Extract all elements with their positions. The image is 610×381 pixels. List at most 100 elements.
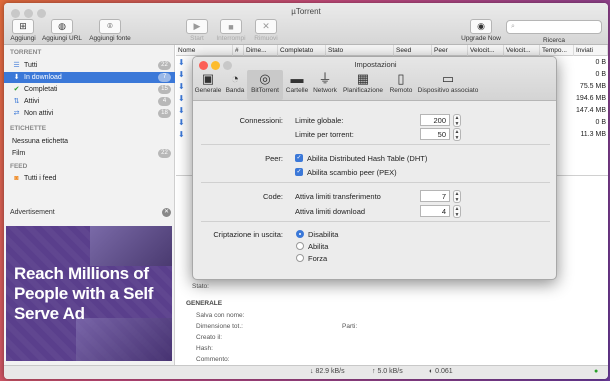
tab-paired-device[interactable]: ▭ Dispositivo associato	[415, 70, 481, 100]
sidebar-item-inactive[interactable]: ⇄ Non attivi 18	[4, 108, 175, 119]
active-downloads-label: Attiva limiti download	[295, 207, 366, 216]
stop-button[interactable]: ■ Interrompi	[213, 19, 249, 42]
active-transfers-stepper[interactable]: ▲ ▼	[453, 190, 461, 203]
column-size[interactable]: Dime...	[244, 45, 278, 56]
pieces-label: Parti:	[342, 323, 358, 330]
rss-icon: ⌾	[99, 19, 121, 34]
labels-section-header: ETICHETTE	[10, 125, 47, 132]
title-bar: µTorrent ⊞ Aggiungi ◍ Aggiungi URL ⌾ Agg…	[4, 3, 608, 45]
per-torrent-limit-input[interactable]: 50	[420, 128, 450, 140]
add-feed-button[interactable]: ⌾ Aggiungi fonte	[86, 19, 134, 42]
active-transfers-label: Attiva limiti transferimento	[295, 192, 381, 201]
eye-icon: ◉	[470, 19, 492, 34]
x-icon: ✕	[255, 19, 277, 34]
column-uploaded[interactable]: Inviati	[574, 45, 608, 56]
folder-icon: ▬	[290, 71, 304, 86]
encryption-enable-label: Abilita	[308, 242, 329, 251]
active-downloads-stepper[interactable]: ▲ ▼	[453, 205, 461, 218]
column-time[interactable]: Tempo...	[540, 45, 574, 56]
remove-button[interactable]: ✕ Rimuovi	[250, 19, 282, 42]
per-torrent-limit-stepper[interactable]: ▲ ▼	[453, 128, 461, 141]
calendar-icon: ▦	[356, 71, 370, 86]
torrent-table-header: Nome # Dime... Completato Stato Seed Pee…	[176, 45, 608, 56]
encryption-enable-radio[interactable]	[296, 242, 304, 250]
advertisement-banner[interactable]: Reach Millions of People with a Self Ser…	[6, 226, 172, 361]
general-icon: ▣	[201, 71, 215, 86]
column-down-speed[interactable]: Velocit...	[468, 45, 504, 56]
tab-bandwidth[interactable]: ◔ Banda	[223, 70, 247, 100]
encryption-force-radio[interactable]	[296, 254, 304, 262]
advertisement-label: Advertisement	[10, 209, 55, 216]
add-torrent-icon: ⊞	[12, 19, 34, 34]
share-ratio: ◐ 0.061	[429, 368, 453, 375]
sidebar-item-completed[interactable]: ✔ Completati 15	[4, 84, 175, 95]
close-ad-icon[interactable]: ✕	[162, 208, 171, 217]
bittorrent-icon: ◎	[259, 71, 271, 86]
tab-general[interactable]: ▣ Generale	[193, 70, 223, 100]
pex-label: Abilita scambio peer (PEX)	[307, 168, 397, 177]
total-size-label: Dimensione tot.:	[196, 323, 243, 330]
column-peer[interactable]: Peer	[432, 45, 468, 56]
hash-label: Hash:	[196, 345, 213, 352]
active-transfers-input[interactable]: 7	[420, 190, 450, 202]
status-bar: ↓ 82.9 kB/s ↑ 5.0 kB/s ◐ 0.061 ●	[4, 365, 608, 379]
download-icon: ⬇	[178, 94, 185, 103]
sidebar-item-all-feeds[interactable]: ◙ Tutti i feed	[4, 173, 175, 184]
active-downloads-input[interactable]: 4	[420, 205, 450, 217]
window-title: µTorrent	[291, 7, 321, 16]
column-number[interactable]: #	[233, 45, 244, 56]
start-button[interactable]: ▶ Start	[182, 19, 212, 42]
add-url-button[interactable]: ◍ Aggiungi URL	[40, 19, 84, 42]
download-icon: ⬇	[13, 74, 20, 81]
pex-checkbox[interactable]: ✓	[295, 168, 303, 176]
tab-network[interactable]: ⏚ Network	[311, 70, 339, 100]
tab-scheduling[interactable]: ▦ Planificazione	[339, 70, 387, 100]
bittorrent-settings-panel: Connessioni: Limite globale: 200 ▲ ▼ Limi…	[193, 101, 556, 279]
column-status[interactable]: Stato	[326, 45, 394, 56]
monitor-icon: ▭	[441, 71, 455, 86]
stop-icon: ■	[220, 19, 242, 34]
peer-label: Peer:	[265, 154, 283, 163]
tab-remote[interactable]: ▯ Remoto	[387, 70, 415, 100]
inactive-icon: ⇄	[13, 110, 20, 117]
globe-icon: ◍	[51, 19, 73, 34]
ad-text: Reach Millions of People with a Self Ser…	[14, 264, 154, 323]
tab-folders[interactable]: ▬ Cartelle	[283, 70, 311, 100]
sidebar-item-all[interactable]: ☰ Tutti 22	[4, 60, 175, 71]
count-badge: 18	[158, 109, 171, 118]
column-up-speed[interactable]: Velocit...	[504, 45, 540, 56]
encryption-disable-label: Disabilita	[308, 230, 339, 239]
dht-checkbox[interactable]: ✓	[295, 154, 303, 162]
sidebar-item-no-label[interactable]: Nessuna etichetta	[4, 136, 175, 147]
download-icon: ⬇	[178, 82, 185, 91]
sidebar-item-film[interactable]: Film 22	[4, 148, 175, 159]
search-input[interactable]: ⌕	[506, 20, 602, 34]
gauge-icon: ◔	[231, 71, 239, 86]
updown-icon: ⇅	[13, 98, 20, 105]
count-badge: 22	[158, 61, 171, 70]
global-limit-stepper[interactable]: ▲ ▼	[453, 114, 461, 127]
column-completed[interactable]: Completato	[278, 45, 326, 56]
tab-bittorrent[interactable]: ◎ BitTorrent	[247, 70, 283, 100]
torrent-section-header: TORRENT	[10, 49, 42, 56]
plug-icon: ⏚	[318, 71, 332, 86]
encryption-label: Criptazione in uscita:	[213, 230, 283, 239]
sidebar: TORRENT ☰ Tutti 22 ⬇ In download 7 ✔ Comple…	[4, 45, 175, 365]
upgrade-button[interactable]: ◉ Upgrade Now	[458, 19, 504, 42]
general-header: GENERALE	[186, 300, 223, 307]
created-label: Creato il:	[196, 334, 223, 341]
download-icon: ⬇	[178, 106, 185, 115]
encryption-disable-radio[interactable]	[296, 230, 304, 238]
divider	[201, 221, 550, 222]
global-limit-input[interactable]: 200	[420, 114, 450, 126]
column-seed[interactable]: Seed	[394, 45, 432, 56]
add-button[interactable]: ⊞ Aggiungi	[8, 19, 38, 42]
dialog-title: Impostazioni	[354, 60, 397, 69]
settings-tabs: Impostazioni ▣ Generale ◔ Banda ◎ BitTor…	[193, 57, 556, 101]
sidebar-item-downloading[interactable]: ⬇ In download 7	[4, 72, 175, 83]
connections-label: Connessioni:	[239, 116, 283, 125]
column-name[interactable]: Nome	[176, 45, 233, 56]
download-icon: ⬇	[178, 118, 185, 127]
sidebar-item-active[interactable]: ⇅ Attivi 4	[4, 96, 175, 107]
count-badge: 15	[158, 85, 171, 94]
